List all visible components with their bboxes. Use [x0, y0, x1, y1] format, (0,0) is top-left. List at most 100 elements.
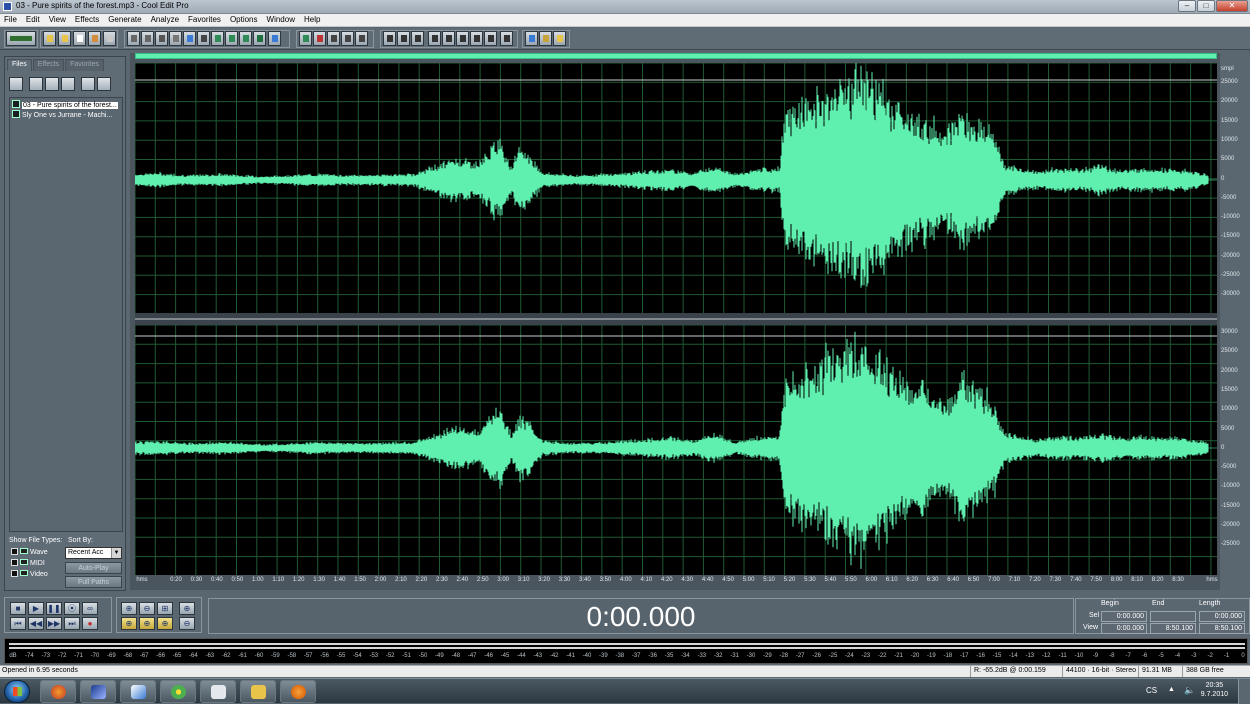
menu-window[interactable]: Window [263, 14, 300, 26]
view-length-field[interactable]: 8:50.100 [1199, 623, 1245, 634]
tab-effects[interactable]: Effects [32, 59, 65, 71]
tab-files[interactable]: Files [7, 59, 32, 71]
zoom-vertical-out-icon[interactable]: ⊖ [179, 617, 195, 630]
menu-help[interactable]: Help [300, 14, 325, 26]
help-button[interactable] [553, 31, 566, 46]
start-button[interactable] [4, 680, 30, 703]
open-file-button[interactable] [58, 31, 71, 46]
menu-analyze[interactable]: Analyze [147, 14, 184, 26]
document-task[interactable] [200, 680, 236, 703]
menu-generate[interactable]: Generate [104, 14, 146, 26]
list-item[interactable]: Sly One vs Jurrane - Machi... [12, 110, 122, 120]
cut-button[interactable] [197, 31, 210, 46]
flower-app-task[interactable] [160, 680, 196, 703]
layout-4-button[interactable] [428, 31, 441, 46]
minimize-button[interactable]: – [1178, 0, 1196, 12]
redo-button[interactable] [141, 31, 154, 46]
cd-button[interactable] [539, 31, 552, 46]
checkbox[interactable] [11, 548, 18, 555]
tab-favorites[interactable]: Favorites [65, 59, 104, 71]
cut-tool-button[interactable] [155, 31, 168, 46]
layout-8-button[interactable] [484, 31, 497, 46]
clock[interactable]: 20:35 9.7.2010 [1201, 681, 1228, 699]
full-paths-button[interactable]: Full Paths [65, 576, 122, 588]
pause-button[interactable]: ❚❚ [46, 602, 62, 615]
paste-button[interactable] [211, 31, 224, 46]
cool-edit-task[interactable] [80, 680, 116, 703]
view-end-field[interactable]: 8:50.100 [1150, 623, 1196, 634]
layout-7-button[interactable] [470, 31, 483, 46]
trim-button[interactable] [253, 31, 266, 46]
show-desktop-button[interactable] [1238, 679, 1250, 704]
layout-3-button[interactable] [411, 31, 424, 46]
print-icon[interactable] [61, 77, 75, 91]
open-folder-icon[interactable] [9, 77, 23, 91]
close-icon[interactable] [45, 77, 59, 91]
help-icon[interactable] [97, 77, 111, 91]
paste-new-button[interactable] [225, 31, 238, 46]
zoom-vertical-in-icon[interactable]: ⊕ [179, 602, 195, 615]
maximize-button[interactable]: □ [1197, 0, 1215, 12]
layout-2-button[interactable] [397, 31, 410, 46]
stereo-view-button[interactable] [341, 31, 354, 46]
undo-button[interactable] [127, 31, 140, 46]
zoom-out-icon[interactable]: ⊖ [139, 602, 155, 615]
zoom-left-icon[interactable]: ⊕ [121, 617, 137, 630]
sel-begin-field[interactable]: 0:00.000 [1101, 611, 1147, 622]
filter-midi[interactable]: MIDI [11, 559, 45, 568]
new-file-button[interactable] [43, 31, 56, 46]
zoom-right-icon[interactable]: ⊕ [139, 617, 155, 630]
list-item[interactable]: 03 - Pure spirits of the forest... [12, 100, 122, 110]
sel-length-field[interactable]: 0:00.000 [1199, 611, 1245, 622]
copy-button[interactable] [169, 31, 182, 46]
menu-view[interactable]: View [45, 14, 71, 26]
layout-5-button[interactable] [442, 31, 455, 46]
filter-wave[interactable]: Wave [11, 548, 48, 557]
layout-6-button[interactable] [456, 31, 469, 46]
media-player-task[interactable] [280, 680, 316, 703]
settings-button[interactable] [525, 31, 538, 46]
tray-expand-icon[interactable]: ▲ [1168, 686, 1175, 693]
checkbox[interactable] [11, 570, 18, 577]
multitrack-view-button[interactable] [6, 31, 36, 46]
play-button[interactable]: ▶ [28, 602, 44, 615]
grid-view-button[interactable] [327, 31, 340, 46]
explorer-task[interactable] [240, 680, 276, 703]
stop-button[interactable]: ■ [10, 602, 26, 615]
rewind-button[interactable]: ◀◀ [28, 617, 44, 630]
editor-task[interactable] [120, 680, 156, 703]
waveform-view-button[interactable] [299, 31, 312, 46]
go-to-start-button[interactable]: ⏮ [10, 617, 26, 630]
close-file-button[interactable] [73, 31, 86, 46]
go-to-end-button[interactable]: ⏭ [64, 617, 80, 630]
checkbox[interactable] [11, 559, 18, 566]
layout-9-button[interactable] [500, 31, 513, 46]
channel-view-button[interactable] [355, 31, 368, 46]
snap-button[interactable] [268, 31, 281, 46]
zoom-in-icon[interactable]: ⊕ [121, 602, 137, 615]
waveform-display[interactable] [135, 63, 1217, 575]
mix-paste-button[interactable] [239, 31, 252, 46]
close-button[interactable]: ✕ [1216, 0, 1248, 12]
sort-by-select[interactable]: Recent Acc ▼ [65, 547, 122, 559]
layout-1-button[interactable] [383, 31, 396, 46]
language-indicator[interactable]: CS [1146, 686, 1157, 695]
spectral-view-button[interactable] [313, 31, 326, 46]
zoom-full-icon[interactable]: ⊞ [157, 602, 173, 615]
filter-video[interactable]: Video [11, 570, 48, 579]
fast-forward-button[interactable]: ▶▶ [46, 617, 62, 630]
menu-file[interactable]: File [0, 14, 22, 26]
play-to-end-button[interactable]: ⦿ [64, 602, 80, 615]
volume-icon[interactable]: 🔈 [1184, 685, 1195, 696]
menu-favorites[interactable]: Favorites [184, 14, 226, 26]
save-file-button[interactable] [88, 31, 101, 46]
overview-bar[interactable] [135, 53, 1217, 59]
insert-icon[interactable] [81, 77, 95, 91]
auto-play-button[interactable]: Auto-Play [65, 562, 122, 574]
loop-button[interactable]: ∞ [82, 602, 98, 615]
zoom-selection-icon[interactable]: ⊕ [157, 617, 173, 630]
copy-new-button[interactable] [183, 31, 196, 46]
menu-options[interactable]: Options [226, 14, 263, 26]
menu-effects[interactable]: Effects [71, 14, 104, 26]
save-all-button[interactable] [103, 31, 116, 46]
